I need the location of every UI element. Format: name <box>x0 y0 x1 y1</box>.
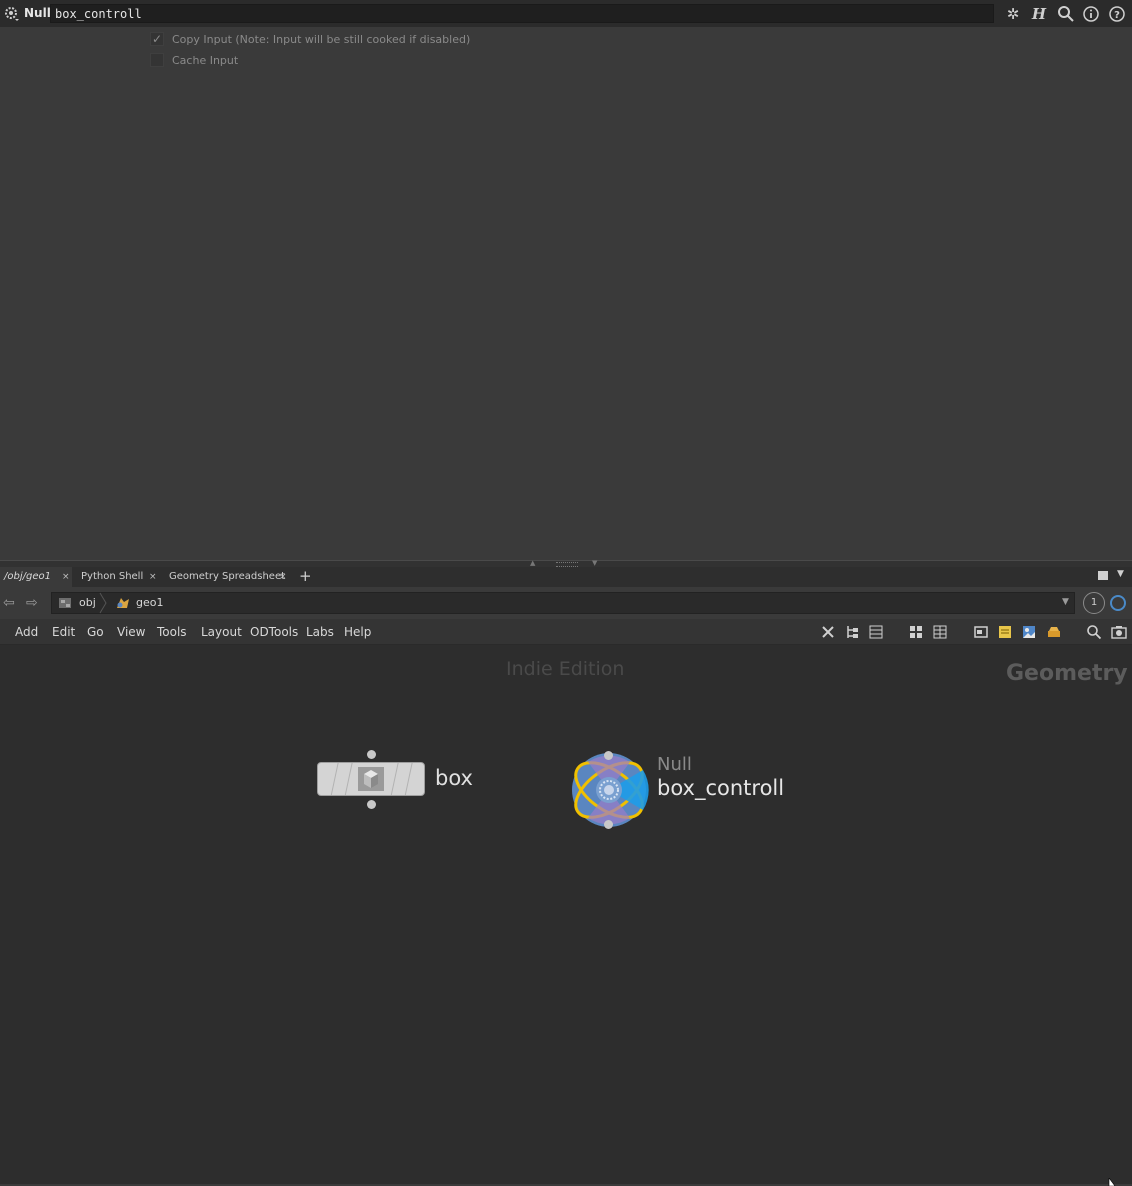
maximize-pane-icon[interactable] <box>1098 571 1108 580</box>
tab-label: Python Shell <box>81 571 144 582</box>
menu-odtools[interactable]: ODTools <box>250 625 298 639</box>
null-node-type-icon[interactable] <box>4 6 20 22</box>
close-icon[interactable]: × <box>149 567 157 587</box>
pane-menu-icon[interactable]: ▼ <box>1117 569 1124 579</box>
node-name-field[interactable]: box_controll <box>50 4 994 23</box>
houdini-h-icon[interactable]: H <box>1030 5 1048 23</box>
tree-view-icon[interactable] <box>845 624 861 640</box>
path-field[interactable] <box>51 592 1075 614</box>
node-type-label: Null <box>24 6 51 20</box>
network-editor[interactable] <box>0 645 1132 1184</box>
crumb-obj[interactable]: obj <box>79 596 96 609</box>
pin-button[interactable]: 1 <box>1083 592 1105 614</box>
menu-add[interactable]: Add <box>15 625 38 639</box>
box-cube-icon <box>358 767 384 791</box>
parameter-pane <box>0 0 1132 560</box>
search-icon[interactable] <box>1057 5 1075 23</box>
tab-python-shell[interactable]: Python Shell × <box>77 567 161 587</box>
copy-input-label: Copy Input (Note: Input will be still co… <box>172 33 471 46</box>
help-icon[interactable]: ? <box>1108 5 1126 23</box>
output-port[interactable] <box>604 820 613 829</box>
tab-geometry-spreadsheet[interactable]: Geometry Spreadsheet × <box>165 567 291 587</box>
network-box-icon[interactable] <box>973 624 989 640</box>
close-icon[interactable]: × <box>62 567 70 587</box>
list-view-icon[interactable] <box>868 624 884 640</box>
menu-go[interactable]: Go <box>87 625 104 639</box>
wrench-icon[interactable] <box>820 624 836 640</box>
collapse-down-icon[interactable]: ▼ <box>592 559 597 567</box>
crumb-geo1[interactable]: geo1 <box>136 596 163 609</box>
chevron-down-icon[interactable]: ▼ <box>1062 597 1069 607</box>
mouse-cursor-icon <box>1108 1178 1116 1186</box>
network-context-label: Geometry <box>1006 661 1128 686</box>
detail-view-icon[interactable] <box>932 624 948 640</box>
asset-icon[interactable] <box>1046 624 1062 640</box>
sticky-note-icon[interactable] <box>997 624 1013 640</box>
cache-input-checkbox[interactable] <box>150 53 164 67</box>
null-node-type-label: Null <box>657 754 692 775</box>
geo-context-icon <box>117 598 129 608</box>
crumb-separator-icon <box>99 592 107 614</box>
null-node-label: box_controll <box>657 776 785 800</box>
close-icon[interactable]: × <box>279 567 287 587</box>
menu-help[interactable]: Help <box>344 625 371 639</box>
obj-context-icon <box>59 598 71 608</box>
input-port[interactable] <box>367 750 376 759</box>
menu-labs[interactable]: Labs <box>306 625 334 639</box>
null-node[interactable] <box>568 750 650 830</box>
menu-layout[interactable]: Layout <box>201 625 242 639</box>
add-tab-icon[interactable]: + <box>299 567 312 585</box>
svg-text:?: ? <box>1114 10 1120 21</box>
box-node-label: box <box>435 766 473 790</box>
tab-label: /obj/geo1 <box>4 571 51 582</box>
collapse-up-icon[interactable]: ▲ <box>530 559 535 567</box>
node-stripe <box>404 763 413 795</box>
node-stripe <box>390 763 399 795</box>
camera-icon[interactable] <box>1111 624 1127 640</box>
tab-obj-geo1[interactable]: /obj/geo1 × <box>0 567 72 587</box>
gear-icon[interactable]: ✲ <box>1004 5 1022 23</box>
node-stripe <box>330 763 339 795</box>
menu-view[interactable]: View <box>117 625 145 639</box>
background-image-icon[interactable] <box>1021 624 1037 640</box>
menu-edit[interactable]: Edit <box>52 625 75 639</box>
grid-view-icon[interactable] <box>908 624 924 640</box>
forward-icon[interactable]: ⇨ <box>26 595 38 611</box>
edition-watermark: Indie Edition <box>506 658 625 680</box>
back-icon[interactable]: ⇦ <box>3 595 15 611</box>
copy-input-checkbox[interactable]: ✓ <box>150 32 164 46</box>
cache-input-label: Cache Input <box>172 54 239 67</box>
input-port[interactable] <box>604 751 613 760</box>
output-port[interactable] <box>367 800 376 809</box>
tab-label: Geometry Spreadsheet <box>169 571 286 582</box>
info-icon[interactable] <box>1082 5 1100 23</box>
zoom-icon[interactable] <box>1086 624 1102 640</box>
node-stripe <box>344 763 353 795</box>
link-icon[interactable] <box>1110 595 1126 611</box>
menu-tools[interactable]: Tools <box>157 625 187 639</box>
